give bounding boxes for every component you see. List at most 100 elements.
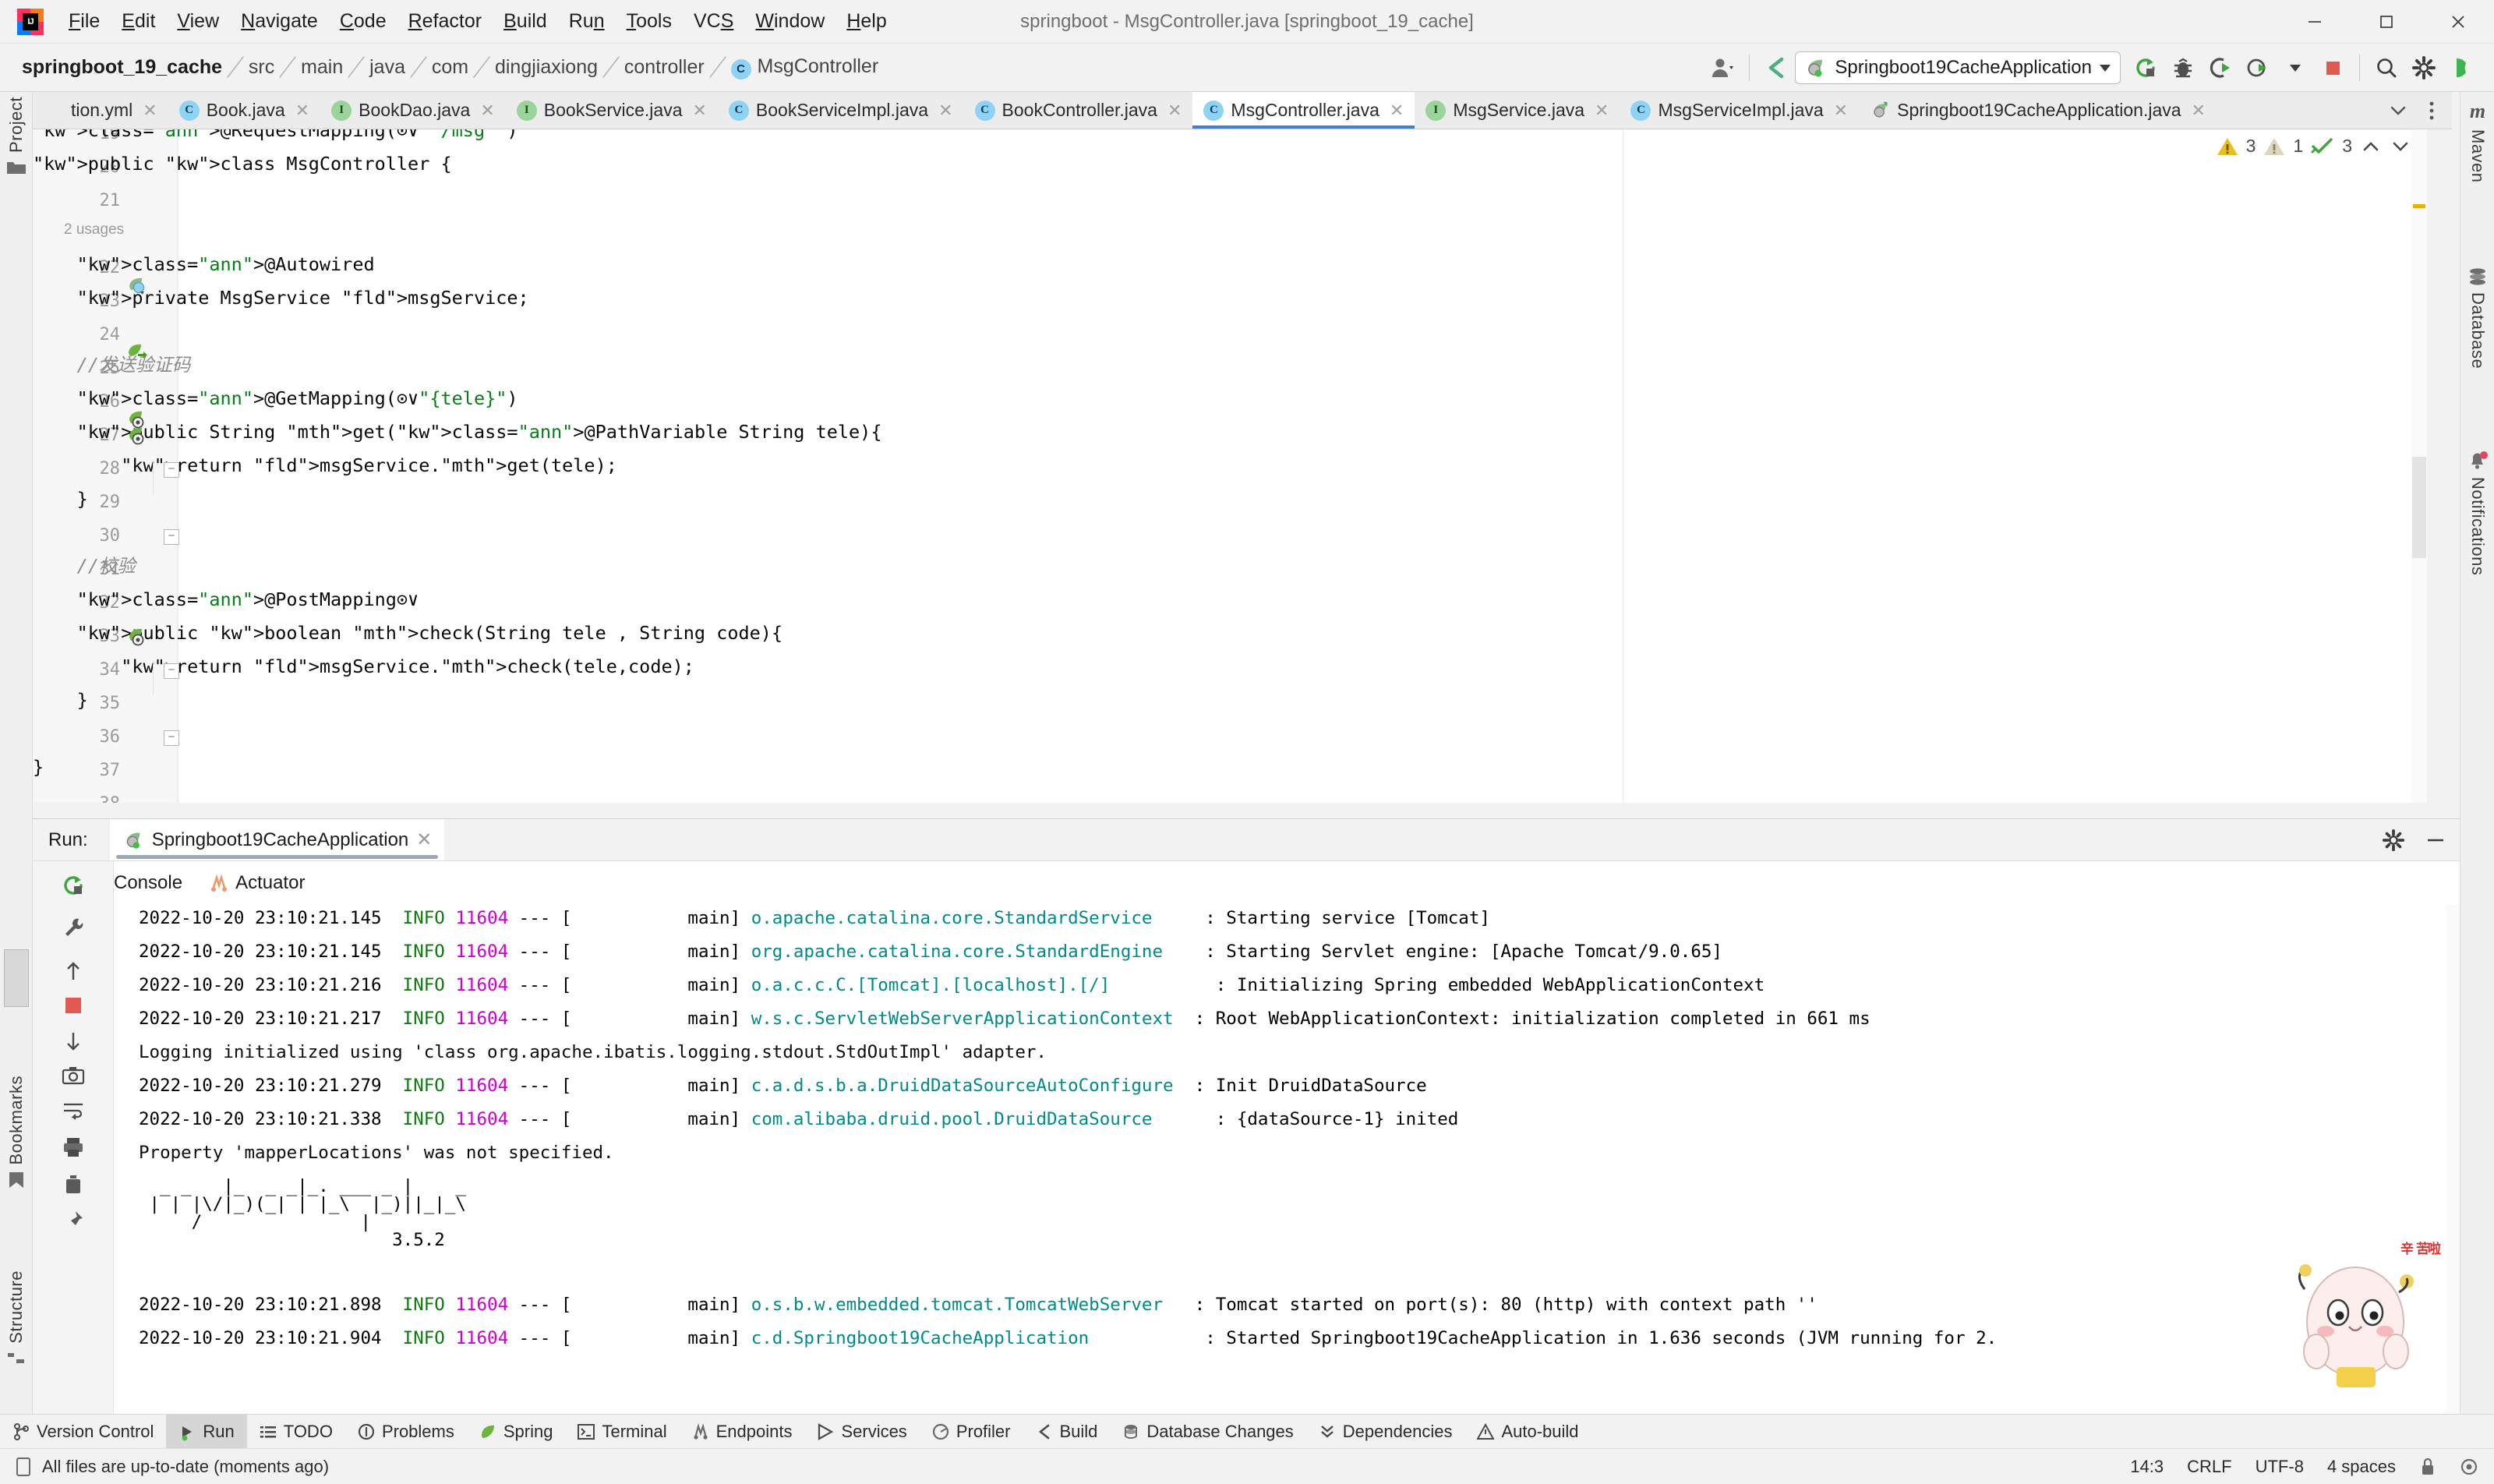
soft-wrap-button[interactable] [33, 1090, 114, 1129]
menu-item-build[interactable]: Build [493, 7, 558, 36]
menu-item-file[interactable]: File [58, 7, 111, 36]
tw-dependencies[interactable]: Dependencies [1306, 1415, 1465, 1449]
file-encoding[interactable]: UTF-8 [2256, 1457, 2304, 1477]
breadcrumb-item-com[interactable]: com [427, 55, 473, 80]
sidebar-item-project[interactable]: Project [0, 97, 33, 176]
editor-tab-msgserviceimpl-java[interactable]: C MsgServiceImpl.java ✕ [1620, 92, 1859, 129]
close-icon[interactable]: ✕ [416, 829, 432, 851]
tw-database-changes[interactable]: Database Changes [1110, 1415, 1305, 1449]
menu-item-code[interactable]: Code [329, 7, 397, 36]
scroll-down-button[interactable] [33, 1022, 114, 1061]
tw-build[interactable]: Build [1023, 1415, 1111, 1449]
next-problem-button[interactable] [2390, 137, 2411, 156]
code-editor[interactable]: 19 "kw">class="ann">@RequestMapping(⊙∨ "/… [33, 129, 2427, 803]
rerun-button[interactable] [33, 866, 114, 905]
code-line[interactable]: } [33, 691, 88, 710]
tab-console[interactable]: Console [114, 872, 182, 894]
code-line[interactable]: "kw">class="ann">@RequestMapping(⊙∨ "/ms… [33, 129, 518, 140]
run-session-tab[interactable]: Springboot19CacheApplication ✕ [109, 818, 445, 861]
minimize-button[interactable] [2279, 0, 2351, 44]
tw-auto-build[interactable]: Auto-build [1464, 1415, 1591, 1449]
tw-profiler[interactable]: Profiler [920, 1415, 1023, 1449]
breadcrumb-item-src[interactable]: src [244, 55, 279, 80]
inspection-widget[interactable]: 3 1 3 [2217, 136, 2411, 157]
console-output[interactable]: 2022-10-20 23:10:21.145 INFO 11604 --- [… [114, 905, 2460, 1419]
code-line[interactable]: "kw">public String "mth">get("kw">class=… [33, 422, 882, 442]
run-button[interactable] [2127, 49, 2164, 87]
wrench-icon[interactable] [33, 908, 114, 947]
code-fold-marker[interactable]: − [164, 462, 179, 478]
ide-assistant-button[interactable] [2443, 49, 2480, 87]
user-icon[interactable] [1704, 49, 1741, 87]
close-icon[interactable]: ✕ [1595, 101, 1609, 121]
sidebar-item-notifications[interactable]: Notifications [2460, 450, 2494, 575]
camera-icon[interactable] [33, 1056, 114, 1095]
editor-tab-book-java[interactable]: C Book.java ✕ [168, 92, 320, 129]
code-line[interactable]: "kw">public "kw">class MsgController { [33, 154, 452, 174]
sidebar-item-structure[interactable]: Structure [0, 1270, 33, 1367]
tw-services[interactable]: Services [804, 1415, 919, 1449]
stop-button[interactable] [33, 986, 114, 1025]
settings-button[interactable] [2405, 49, 2443, 87]
gutter-endpoint-icon[interactable] [126, 626, 148, 648]
menu-item-window[interactable]: Window [744, 7, 835, 36]
close-icon[interactable]: ✕ [1390, 101, 1404, 121]
breadcrumb-item-springboot-19-cache[interactable]: springboot_19_cache [17, 55, 227, 80]
editor-tab-bookservice-java[interactable]: I BookService.java ✕ [506, 92, 718, 129]
close-icon[interactable]: ✕ [295, 101, 309, 121]
menu-item-view[interactable]: View [166, 7, 230, 36]
close-icon[interactable]: ✕ [1834, 101, 1848, 121]
indent-setting[interactable]: 4 spaces [2327, 1457, 2396, 1477]
menu-item-refactor[interactable]: Refactor [397, 7, 493, 36]
console-scrollbar[interactable] [2446, 905, 2460, 1419]
editor-tab-springboot19cacheapplication-java[interactable]: Springboot19CacheApplication.java ✕ [1859, 92, 2217, 129]
tw-run[interactable]: Run [166, 1414, 247, 1449]
code-fold-marker[interactable]: − [164, 663, 179, 679]
hide-tool-window-button[interactable] [2424, 829, 2447, 852]
breadcrumb-item-msgcontroller[interactable]: C MsgController [726, 54, 884, 81]
profile-button[interactable] [2239, 49, 2277, 87]
editor-tab-msgcontroller-java[interactable]: C MsgController.java ✕ [1192, 92, 1415, 129]
profile-dropdown-icon[interactable] [2277, 49, 2314, 87]
pin-icon[interactable] [33, 1201, 114, 1240]
tw-version-control[interactable]: Version Control [0, 1415, 166, 1449]
menu-item-navigate[interactable]: Navigate [230, 7, 329, 36]
close-icon[interactable]: ✕ [2192, 101, 2206, 121]
maximize-button[interactable] [2351, 0, 2422, 44]
code-line[interactable]: "kw">class="ann">@PostMapping⊙∨ [33, 590, 419, 610]
close-icon[interactable]: ✕ [480, 101, 494, 121]
tw-problems[interactable]: Problems [345, 1415, 467, 1449]
tw-terminal[interactable]: Terminal [565, 1415, 679, 1449]
breadcrumb-item-main[interactable]: main [296, 55, 348, 80]
prev-problem-button[interactable] [2360, 137, 2382, 156]
sidebar-item-bookmarks[interactable]: Bookmarks [0, 1076, 33, 1190]
gutter-run-icon[interactable] [126, 274, 148, 296]
tw-endpoints[interactable]: Endpoints [680, 1415, 805, 1449]
chevron-down-icon[interactable] [2100, 64, 2111, 72]
tabs-more-icon[interactable] [2419, 99, 2444, 122]
tabs-list-chevron-icon[interactable] [2380, 101, 2416, 120]
menu-item-tools[interactable]: Tools [616, 7, 683, 36]
code-line[interactable]: } [33, 758, 44, 777]
code-line[interactable]: "kw">return "fld">msgService."mth">check… [33, 657, 694, 677]
caret-position[interactable]: 14:3 [2130, 1457, 2164, 1477]
lock-icon[interactable] [2419, 1457, 2436, 1477]
close-button[interactable] [2422, 0, 2494, 44]
code-line[interactable]: "kw">class="ann">@Autowired [33, 255, 375, 274]
code-line[interactable]: "kw">private MsgService "fld">msgService… [33, 288, 529, 308]
close-icon[interactable]: ✕ [1168, 101, 1182, 121]
run-configuration-selector[interactable]: Springboot19CacheApplication [1795, 51, 2121, 84]
gutter-bean-icon[interactable] [126, 341, 148, 363]
sidebar-item-maven[interactable]: m Maven [2460, 100, 2494, 183]
tab-actuator[interactable]: Actuator [209, 872, 305, 894]
code-line[interactable]: //发送验证码 [33, 355, 191, 375]
code-fold-marker[interactable]: − [164, 529, 179, 545]
scroll-up-button[interactable] [33, 952, 114, 991]
menu-item-run[interactable]: Run [558, 7, 616, 36]
print-icon[interactable] [33, 1128, 114, 1167]
editor-tab-bookdao-java[interactable]: I BookDao.java ✕ [320, 92, 506, 129]
code-fold-marker[interactable]: − [164, 730, 179, 746]
editor-tab-msgservice-java[interactable]: I MsgService.java ✕ [1415, 92, 1620, 129]
close-icon[interactable]: ✕ [692, 101, 706, 121]
debug-button[interactable] [2164, 49, 2202, 87]
